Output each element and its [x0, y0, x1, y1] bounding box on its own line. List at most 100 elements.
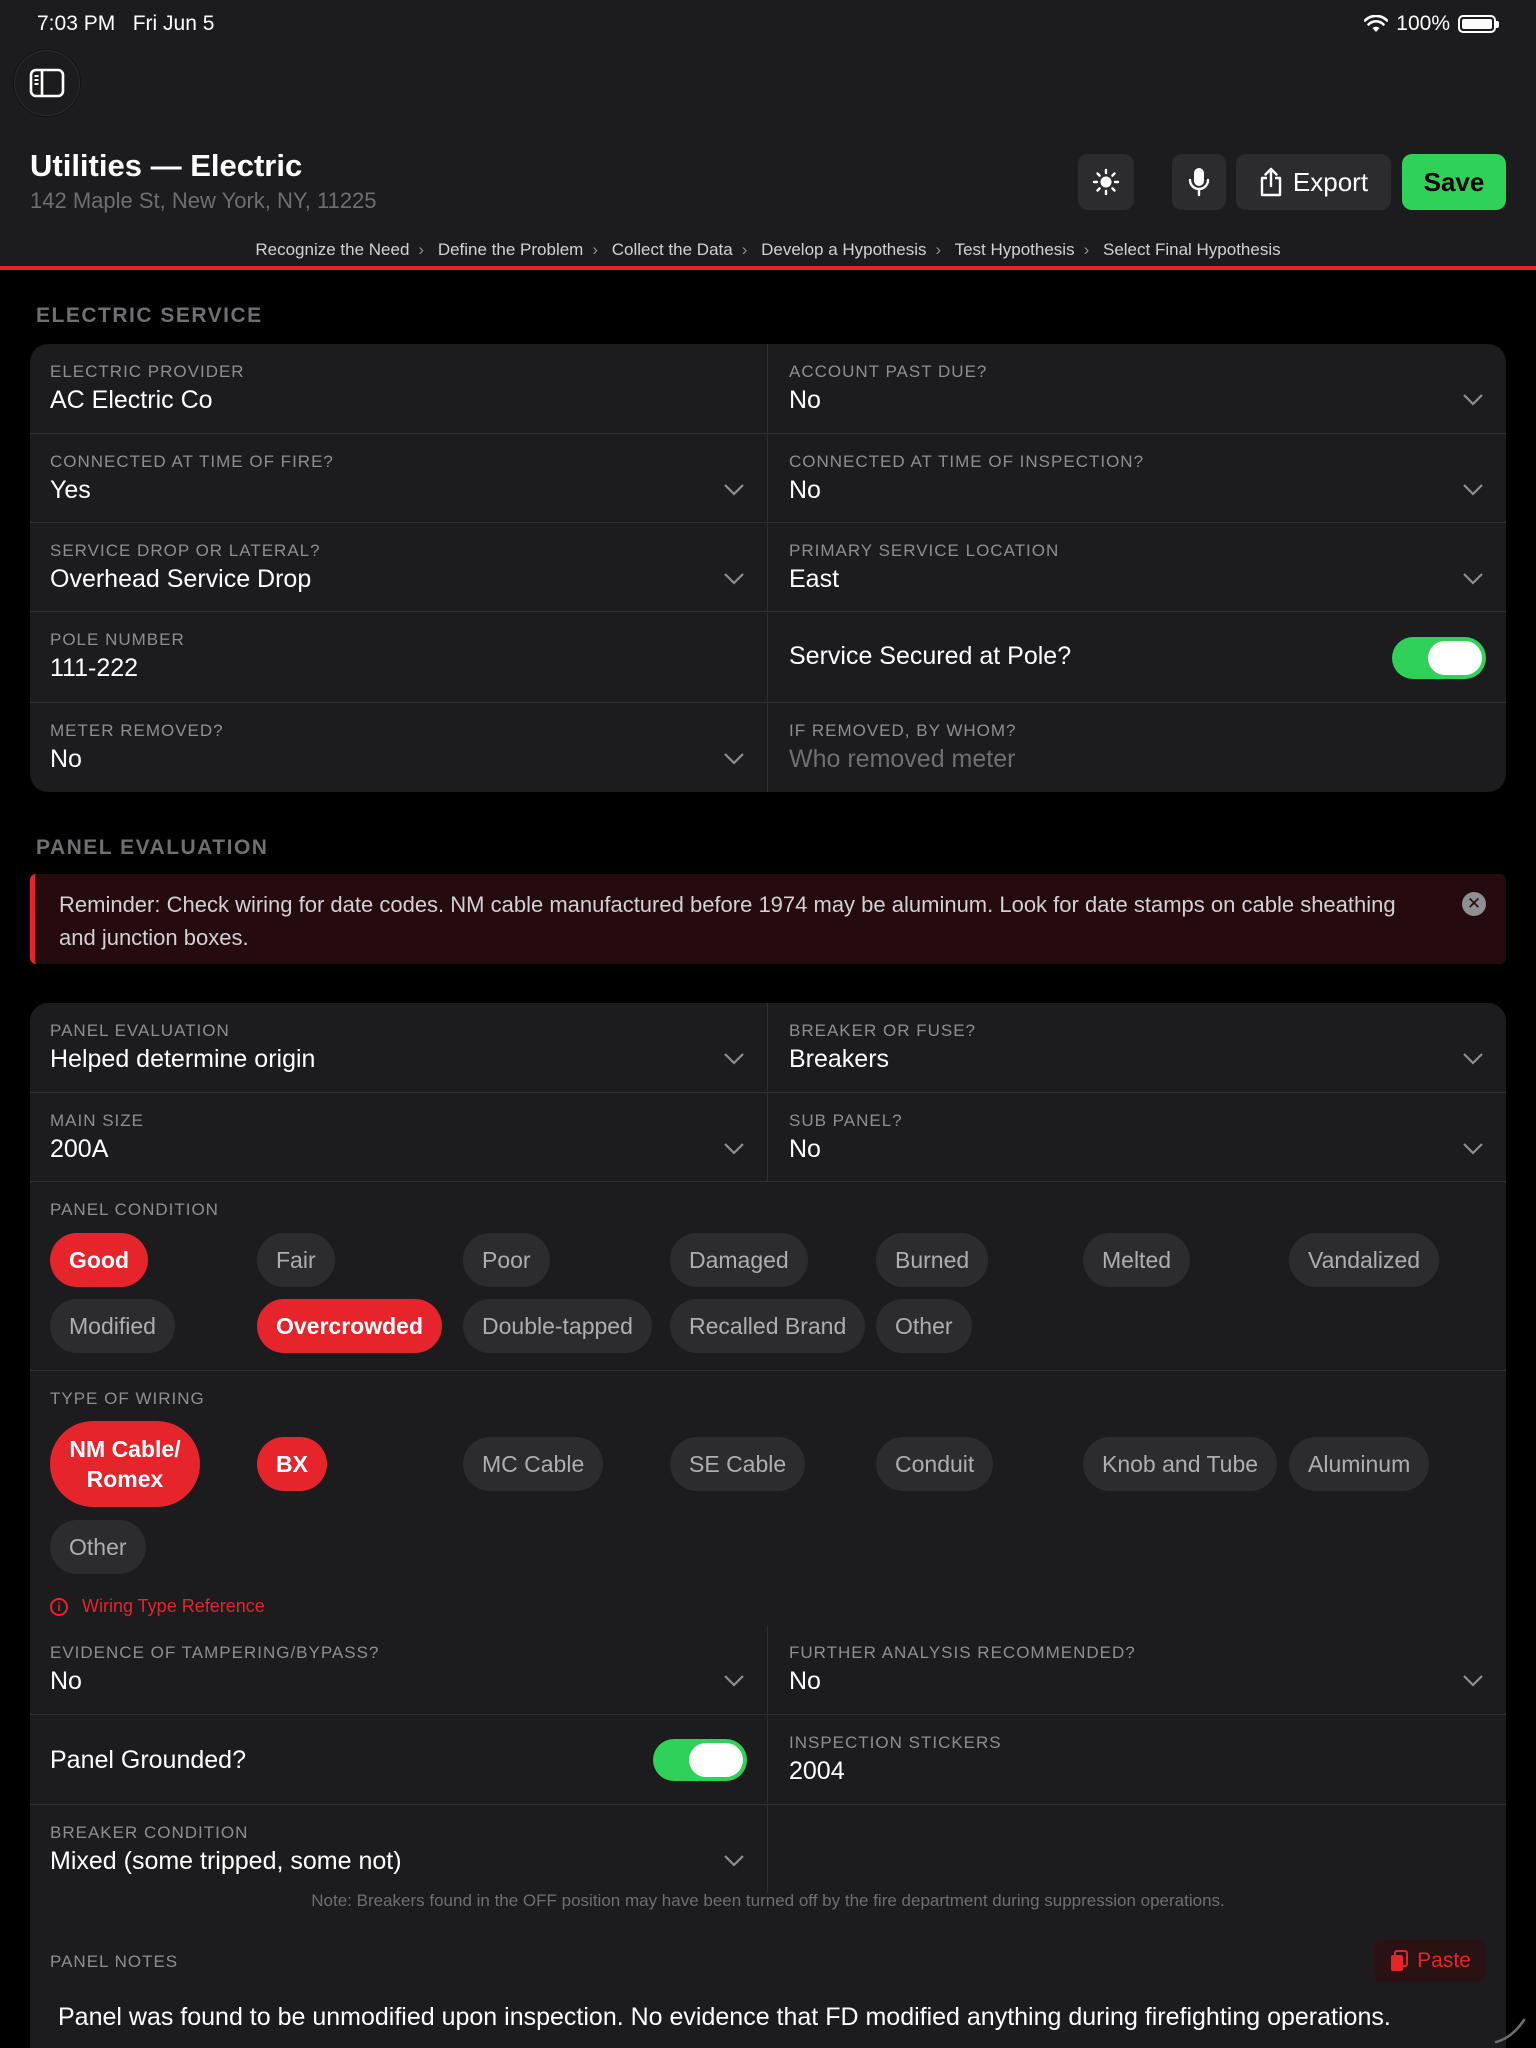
panel-evaluation-card: PANEL EVALUATION Helped determine origin… — [30, 1003, 1506, 2048]
panel-grounded-toggle[interactable] — [653, 1739, 747, 1781]
page-address: 142 Maple St, New York, NY, 11225 — [30, 188, 377, 213]
field-label: PANEL CONDITION — [50, 1200, 219, 1219]
account-past-due-select[interactable]: ACCOUNT PAST DUE? No — [769, 344, 1506, 433]
wifi-icon — [1364, 15, 1389, 32]
export-button[interactable]: Export — [1236, 154, 1391, 210]
chip-poor[interactable]: Poor — [463, 1233, 550, 1287]
battery-icon — [1458, 15, 1499, 33]
breadcrumb-step[interactable]: Select Final Hypothesis — [1103, 240, 1281, 259]
empty-cell — [769, 1805, 1506, 1893]
connected-at-fire-select[interactable]: CONNECTED AT TIME OF FIRE? Yes — [30, 434, 768, 522]
chip-overcrowded[interactable]: Overcrowded — [257, 1299, 442, 1353]
inspection-stickers-field[interactable]: INSPECTION STICKERS 2004 — [769, 1715, 1506, 1804]
chevron-down-icon — [1463, 1143, 1483, 1155]
export-label: Export — [1292, 166, 1369, 197]
field-label: EVIDENCE OF TAMPERING/BYPASS? — [50, 1643, 380, 1662]
field-value: No — [789, 1667, 821, 1695]
further-analysis-select[interactable]: FURTHER ANALYSIS RECOMMENDED? No — [769, 1625, 1506, 1714]
breadcrumb-step[interactable]: Test Hypothesis — [955, 240, 1075, 259]
dictation-button[interactable] — [1172, 154, 1226, 210]
tampering-select[interactable]: EVIDENCE OF TAMPERING/BYPASS? No — [30, 1625, 768, 1714]
breaker-note: Note: Breakers found in the OFF position… — [311, 1891, 1225, 1910]
chip-melted[interactable]: Melted — [1083, 1233, 1191, 1287]
resize-handle-icon[interactable] — [1490, 2004, 1530, 2044]
breadcrumb-separator: › — [592, 240, 599, 259]
theme-toggle-button[interactable] — [1078, 154, 1134, 210]
electric-service-card: ELECTRIC PROVIDER AC Electric Co ACCOUNT… — [30, 344, 1506, 792]
status-bar-time: 7:03 PM Fri Jun 5 — [37, 12, 214, 36]
form-row: SERVICE DROP OR LATERAL? Overhead Servic… — [30, 522, 1506, 611]
chip-nm-cable-romex[interactable]: NM Cable/ Romex — [50, 1421, 200, 1507]
pole-number-field[interactable]: POLE NUMBER 111-222 — [30, 612, 768, 702]
breadcrumb-step[interactable]: Collect the Data — [612, 240, 733, 259]
chip-fair[interactable]: Fair — [257, 1233, 335, 1287]
chip-bx[interactable]: BX — [257, 1437, 327, 1491]
chip-double-tapped[interactable]: Double-tapped — [463, 1299, 652, 1353]
breadcrumb-step[interactable]: Define the Problem — [438, 240, 584, 259]
sidebar-icon — [29, 68, 65, 98]
sidebar-toggle-button[interactable] — [14, 50, 80, 116]
field-value[interactable]: AC Electric Co — [50, 386, 213, 415]
chip-modified[interactable]: Modified — [50, 1299, 175, 1353]
field-value: Helped determine origin — [50, 1045, 316, 1073]
field-label: TYPE OF WIRING — [50, 1389, 205, 1408]
field-label: IF REMOVED, BY WHOM? — [789, 721, 1017, 740]
field-value: Breakers — [789, 1045, 890, 1073]
field-value: No — [789, 1135, 821, 1163]
chip-other[interactable]: Other — [876, 1299, 972, 1353]
chip-se-cable[interactable]: SE Cable — [670, 1437, 806, 1491]
chip-conduit[interactable]: Conduit — [876, 1437, 994, 1491]
reminder-banner: Reminder: Check wiring for date codes. N… — [30, 874, 1506, 964]
field-value[interactable]: 111-222 — [50, 654, 138, 683]
save-button[interactable]: Save — [1402, 154, 1506, 210]
share-icon — [1260, 167, 1282, 197]
connected-at-inspection-select[interactable]: CONNECTED AT TIME OF INSPECTION? No — [769, 434, 1506, 522]
close-icon[interactable]: ✕ — [1462, 892, 1486, 916]
removed-by-field[interactable]: IF REMOVED, BY WHOM? Who removed meter — [769, 703, 1506, 792]
chip-burned[interactable]: Burned — [876, 1233, 989, 1287]
chip-damaged[interactable]: Damaged — [670, 1233, 808, 1287]
primary-service-location-select[interactable]: PRIMARY SERVICE LOCATION East — [769, 523, 1506, 611]
breadcrumb-step[interactable]: Recognize the Need — [255, 240, 409, 259]
main-size-select[interactable]: MAIN SIZE 200A — [30, 1093, 768, 1181]
panel-notes-textarea[interactable]: Panel was found to be unmodified upon in… — [58, 2003, 1391, 2032]
field-label: SUB PANEL? — [789, 1111, 903, 1130]
wiring-reference-link[interactable]: i Wiring Type Reference — [50, 1596, 265, 1617]
breaker-or-fuse-select[interactable]: BREAKER OR FUSE? Breakers — [769, 1003, 1506, 1092]
meter-removed-select[interactable]: METER REMOVED? No — [30, 703, 768, 792]
panel-condition-group: PANEL CONDITION Good Fair Poor Damaged B… — [30, 1181, 1506, 1370]
service-secured-toggle[interactable] — [1392, 637, 1486, 679]
breadcrumb-separator: › — [1083, 240, 1090, 259]
electric-service-heading: ELECTRIC SERVICE — [36, 304, 263, 327]
paste-button[interactable]: Paste — [1374, 1940, 1486, 1982]
removed-by-input[interactable]: Who removed meter — [789, 745, 1015, 774]
status-bar-right: 100% — [1364, 12, 1499, 36]
chevron-down-icon — [1463, 573, 1483, 585]
chip-aluminum[interactable]: Aluminum — [1289, 1437, 1430, 1491]
chip-recalled-brand[interactable]: Recalled Brand — [670, 1299, 866, 1353]
service-drop-select[interactable]: SERVICE DROP OR LATERAL? Overhead Servic… — [30, 523, 768, 611]
field-label: ACCOUNT PAST DUE? — [789, 362, 988, 381]
field-value[interactable]: 2004 — [789, 1757, 845, 1786]
sub-panel-select[interactable]: SUB PANEL? No — [769, 1093, 1506, 1181]
chip-vandalized[interactable]: Vandalized — [1289, 1233, 1440, 1287]
chip-other[interactable]: Other — [50, 1520, 146, 1574]
electric-provider-field[interactable]: ELECTRIC PROVIDER AC Electric Co — [30, 344, 768, 433]
toggle-label: Service Secured at Pole? — [789, 642, 1072, 670]
field-label: MAIN SIZE — [50, 1111, 145, 1130]
chip-mc-cable[interactable]: MC Cable — [463, 1437, 604, 1491]
breaker-condition-select[interactable]: BREAKER CONDITION Mixed (some tripped, s… — [30, 1805, 768, 1893]
progress-divider — [0, 266, 1536, 270]
field-value: No — [50, 1667, 82, 1695]
panel-evaluation-select[interactable]: PANEL EVALUATION Helped determine origin — [30, 1003, 768, 1092]
chevron-down-icon — [724, 1675, 744, 1687]
breadcrumb-step[interactable]: Develop a Hypothesis — [761, 240, 926, 259]
field-value: East — [789, 565, 840, 593]
field-value: 200A — [50, 1135, 109, 1163]
field-value: No — [789, 476, 821, 504]
chip-good[interactable]: Good — [50, 1233, 149, 1287]
field-label: CONNECTED AT TIME OF FIRE? — [50, 452, 334, 471]
chip-knob-and-tube[interactable]: Knob and Tube — [1083, 1437, 1278, 1491]
form-row: Panel Grounded? INSPECTION STICKERS 2004 — [30, 1714, 1506, 1804]
form-row: PANEL EVALUATION Helped determine origin… — [30, 1003, 1506, 1092]
